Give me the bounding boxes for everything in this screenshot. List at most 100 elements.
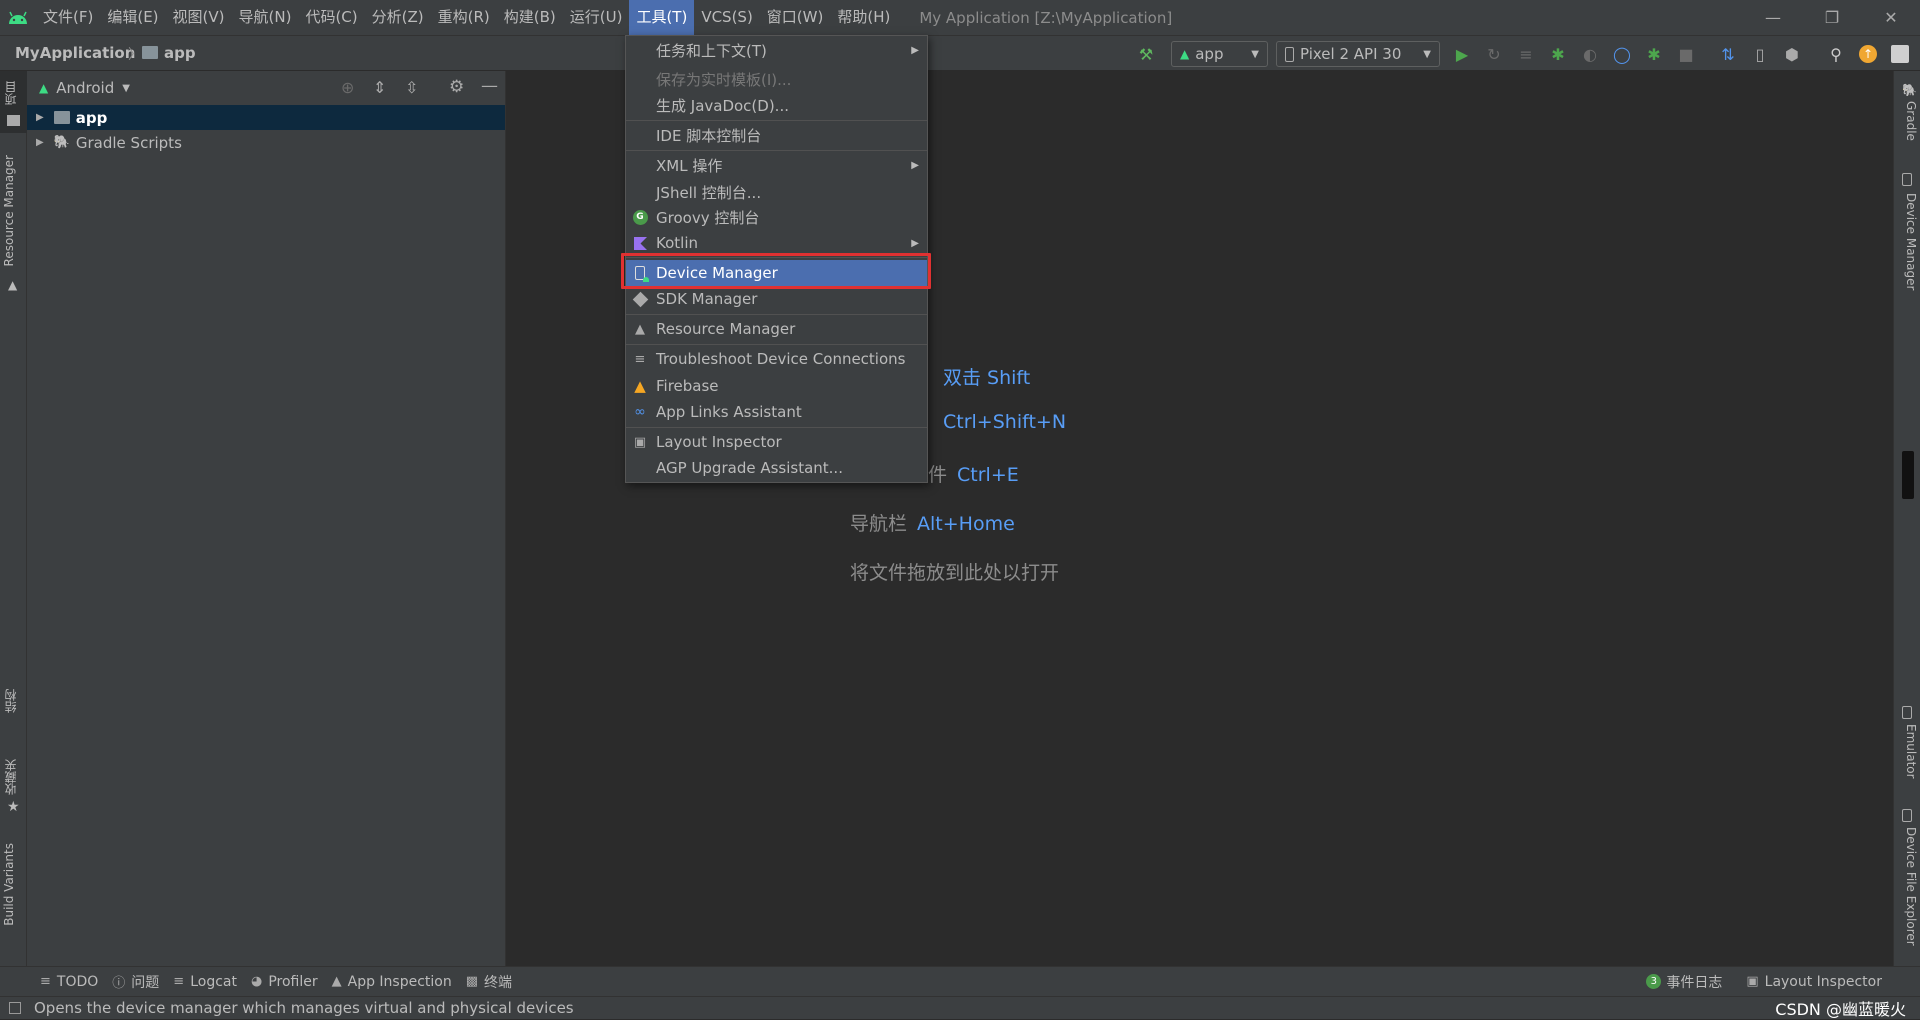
menu-file[interactable]: 文件(F) (36, 0, 100, 35)
menu-item-resource-manager[interactable]: ▲ Resource Manager (626, 316, 927, 342)
menu-help[interactable]: 帮助(H) (830, 0, 897, 35)
apply-changes-icon[interactable]: ↻ (1482, 42, 1506, 66)
menu-item-label: Layout Inspector (656, 433, 782, 451)
menu-separator (626, 150, 927, 151)
tab-todo[interactable]: ≡ TODO (40, 974, 98, 990)
tab-project[interactable]: 项目 (2, 81, 19, 105)
run-config-select[interactable]: ▲ app ▼ (1171, 41, 1268, 67)
tab-device-file-explorer[interactable]: Device File Explorer (1904, 827, 1918, 946)
tab-build-variants[interactable]: Build Variants (2, 843, 16, 926)
menu-item-tasks-contexts[interactable]: 任务和上下文(T) ▶ (626, 37, 927, 63)
stop-icon[interactable]: ■ (1674, 42, 1698, 66)
build-hammer-icon[interactable]: ⚒ (1134, 42, 1158, 66)
menu-window[interactable]: 窗口(W) (760, 0, 831, 35)
menu-item-sdk-manager[interactable]: SDK Manager (626, 286, 927, 312)
module-folder-icon (53, 111, 70, 124)
hint-shortcut: Ctrl+Shift+N (943, 411, 1067, 433)
tab-label: 终端 (484, 974, 513, 991)
menu-refactor[interactable]: 重构(R) (431, 0, 497, 35)
close-button[interactable]: ✕ (1862, 0, 1920, 35)
tree-item-app[interactable]: ▶ app (27, 105, 505, 130)
expand-all-icon[interactable]: ⇕ (373, 78, 386, 97)
menu-build[interactable]: 构建(B) (497, 0, 563, 35)
tab-favorites[interactable]: 收藏夹 (2, 759, 19, 795)
debug-icon[interactable]: ✱ (1546, 42, 1570, 66)
menu-item-label: IDE 脚本控制台 (656, 126, 762, 145)
menu-item-label: Firebase (656, 377, 719, 395)
tab-label: 事件日志 (1666, 974, 1723, 991)
annotation-highlight-box (621, 253, 931, 289)
attach-debugger-icon[interactable]: ✱ (1642, 42, 1666, 66)
run-icon[interactable]: ▶ (1450, 42, 1474, 66)
tab-structure[interactable]: 结构 (2, 689, 19, 713)
tab-device-manager[interactable]: Device Manager (1904, 193, 1918, 290)
menu-view[interactable]: 视图(V) (166, 0, 232, 35)
menu-item-xml-actions[interactable]: XML 操作 ▶ (626, 152, 927, 178)
menu-item-layout-inspector[interactable]: ▣ Layout Inspector (626, 429, 927, 455)
tree-item-gradle-scripts[interactable]: ▶ 🐘 Gradle Scripts (27, 130, 505, 155)
tab-profiler[interactable]: ◕ Profiler (251, 974, 318, 990)
menu-navigate[interactable]: 导航(N) (232, 0, 299, 35)
tab-logcat[interactable]: ≡ Logcat (173, 974, 237, 990)
hint-search-everywhere: 双击 Shift (933, 363, 1030, 390)
star-icon: ★ (7, 799, 20, 815)
tab-gradle[interactable]: Gradle (1904, 101, 1918, 141)
search-icon[interactable]: ⚲ (1824, 42, 1848, 66)
apply-code-changes-icon[interactable]: ≡ (1514, 42, 1538, 66)
gear-icon[interactable]: ⚙ (449, 77, 464, 97)
sdk-manager-toolbar-icon[interactable]: ⬢ (1780, 42, 1804, 66)
menu-item-ide-script-console[interactable]: IDE 脚本控制台 (626, 122, 927, 148)
restore-button[interactable]: ❐ (1803, 0, 1861, 35)
tab-problems[interactable]: ⓘ 问题 (112, 972, 159, 992)
window-title: My Application [Z:\MyApplication] (919, 8, 1173, 27)
menu-item-generate-javadoc[interactable]: 生成 JavaDoc(D)... (626, 92, 927, 118)
submenu-arrow-icon: ▶ (911, 44, 919, 56)
menu-tools[interactable]: 工具(T) (629, 0, 695, 35)
menu-item-agp-upgrade-assistant[interactable]: AGP Upgrade Assistant... (626, 455, 927, 481)
menu-edit[interactable]: 编辑(E) (100, 0, 165, 35)
tab-layout-inspector[interactable]: ▣ Layout Inspector (1746, 974, 1882, 990)
chevron-right-icon[interactable]: ▶ (36, 137, 44, 148)
breadcrumb-project[interactable]: MyApplication (15, 36, 135, 70)
chevron-right-icon[interactable]: ▶ (36, 112, 44, 123)
menu-vcs[interactable]: VCS(S) (694, 0, 759, 35)
menu-item-app-links-assistant[interactable]: ∞ App Links Assistant (626, 399, 927, 425)
tab-event-log[interactable]: 3 事件日志 (1646, 972, 1722, 992)
menu-analyze[interactable]: 分析(Z) (365, 0, 431, 35)
collapse-all-icon[interactable]: ⇳ (405, 78, 418, 97)
tab-terminal[interactable]: ▩ 终端 (466, 972, 512, 992)
locate-icon[interactable]: ⊕ (341, 78, 354, 97)
menu-item-firebase[interactable]: ▲ Firebase (626, 373, 927, 399)
menu-item-save-live-template: 保存为实时模板(I)... (626, 66, 927, 92)
menu-item-label: Groovy 控制台 (656, 208, 760, 227)
sync-gradle-icon[interactable]: ⇅ (1716, 42, 1740, 66)
menu-item-troubleshoot-device-connections[interactable]: ≡ Troubleshoot Device Connections (626, 346, 927, 372)
menu-run[interactable]: 运行(U) (563, 0, 630, 35)
profile-icon[interactable]: ◯ (1610, 42, 1634, 66)
tab-label: Logcat (190, 973, 237, 990)
device-select[interactable]: Pixel 2 API 30 ▼ (1276, 41, 1440, 67)
folder-icon (7, 115, 20, 126)
menu-code[interactable]: 代码(C) (298, 0, 364, 35)
tab-app-inspection[interactable]: ▲ App Inspection (332, 974, 452, 990)
tab-label: App Inspection (347, 973, 452, 990)
avatar[interactable] (1888, 42, 1912, 66)
avd-manager-icon[interactable]: ▯ (1748, 42, 1772, 66)
breadcrumb-module[interactable]: app (164, 36, 196, 70)
menu-item-groovy-console[interactable]: G Groovy 控制台 (626, 204, 927, 230)
coverage-icon[interactable]: ◐ (1578, 42, 1602, 66)
hide-icon[interactable]: — (481, 76, 498, 96)
chevron-down-icon[interactable]: ▼ (122, 83, 130, 94)
menu-item-label: Kotlin (656, 234, 698, 252)
tab-emulator[interactable]: Emulator (1904, 724, 1918, 779)
submenu-arrow-icon: ▶ (911, 159, 919, 171)
update-icon[interactable]: ↑ (1856, 42, 1880, 66)
tab-resource-manager[interactable]: Resource Manager (2, 155, 16, 266)
menu-item-jshell-console[interactable]: JShell 控制台... (626, 179, 927, 205)
minimize-button[interactable]: — (1744, 0, 1802, 35)
kotlin-icon (631, 234, 649, 252)
view-mode-select[interactable]: Android (56, 79, 114, 97)
toggle-tool-windows-icon[interactable] (9, 1002, 21, 1014)
breadcrumb-separator-icon: 〉 (128, 47, 142, 63)
gauge-icon: ◕ (250, 974, 263, 989)
